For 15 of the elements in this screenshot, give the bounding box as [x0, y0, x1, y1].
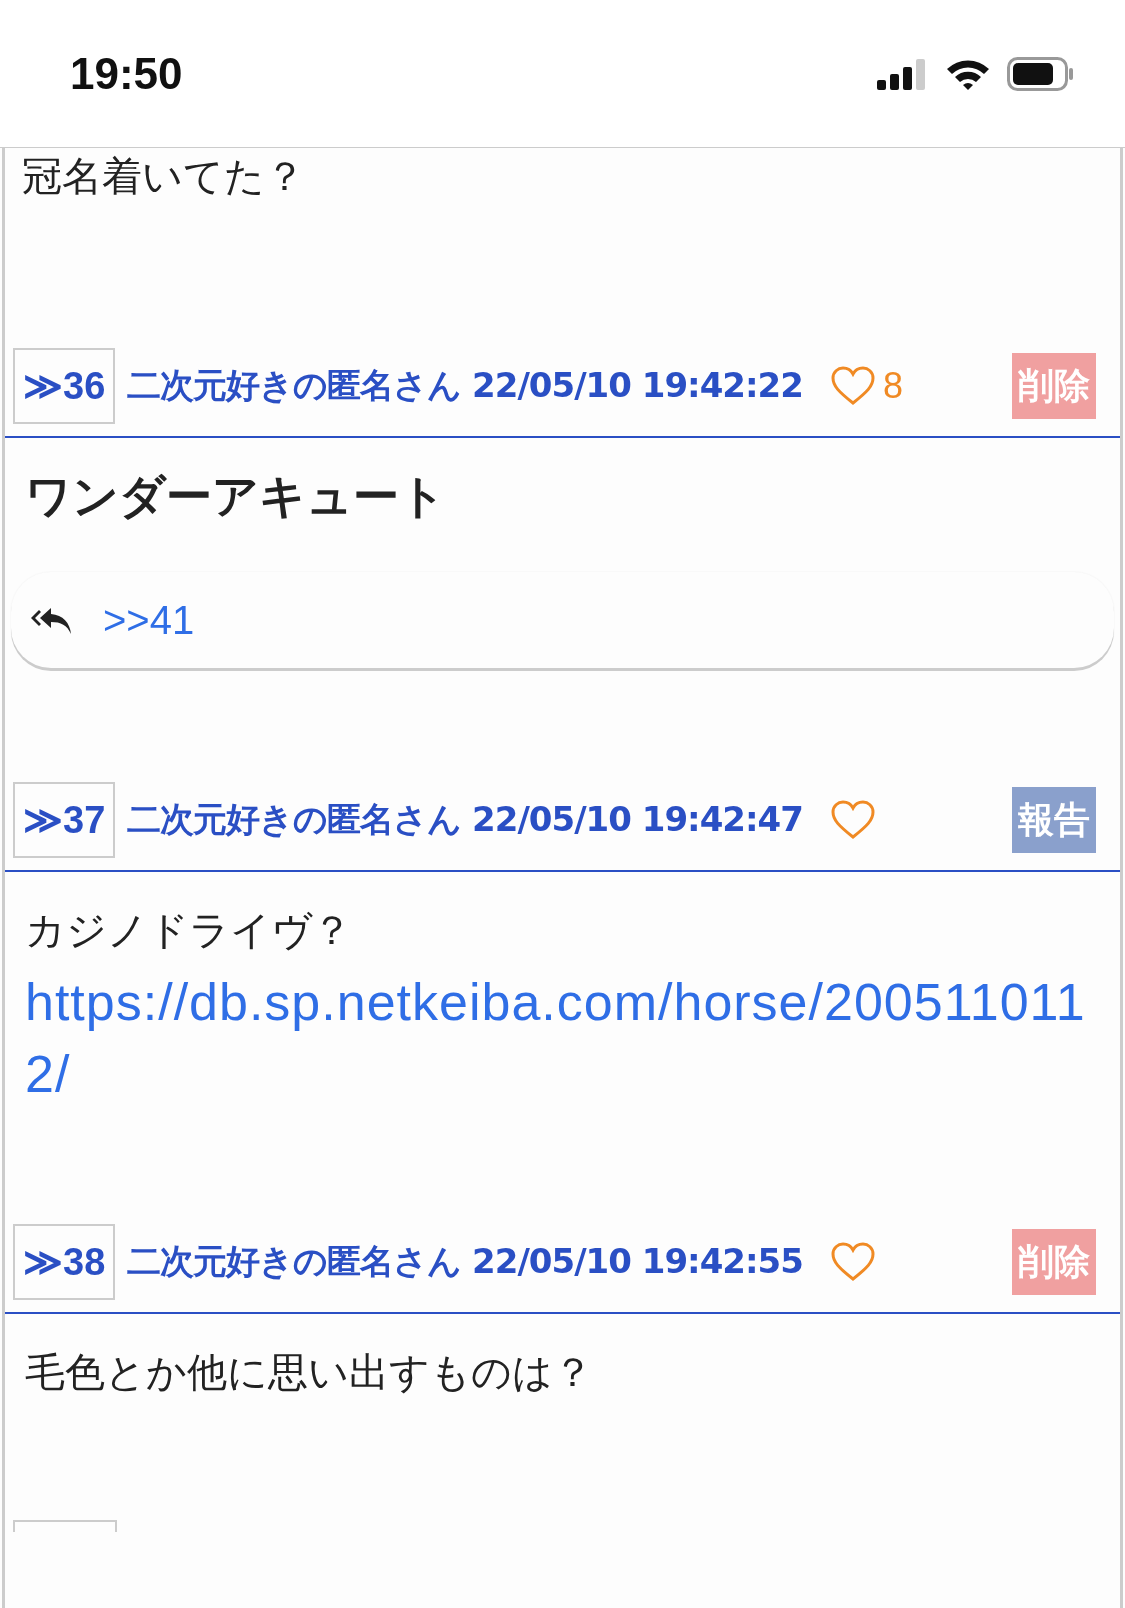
- post-text: カジノドライヴ？: [25, 906, 353, 955]
- report-button[interactable]: 報告: [1012, 787, 1096, 853]
- post-text: ワンダーアキュート: [25, 468, 447, 525]
- poster-meta: 二次元好きの匿名さん 22/05/10 19:42:55: [127, 1240, 803, 1283]
- clock-time: 19:50: [70, 48, 183, 99]
- post-number[interactable]: ≫37: [13, 782, 116, 858]
- url-link[interactable]: https://db.sp.netkeiba.com/horse/2005110112/: [25, 966, 1100, 1110]
- reply-link[interactable]: >>41: [103, 597, 195, 643]
- like-count: 8: [882, 365, 903, 407]
- post-number[interactable]: ≫38: [13, 1224, 116, 1300]
- poster-meta: 二次元好きの匿名さん 22/05/10 19:42:47: [127, 798, 803, 841]
- post-number[interactable]: ≫36: [13, 348, 116, 424]
- post-text: 毛色とか他に思い出すものは？: [25, 1348, 594, 1397]
- post-text: 冠名着いてた？: [22, 153, 305, 199]
- poster-meta: 二次元好きの匿名さん 22/05/10 19:42:22: [127, 364, 803, 407]
